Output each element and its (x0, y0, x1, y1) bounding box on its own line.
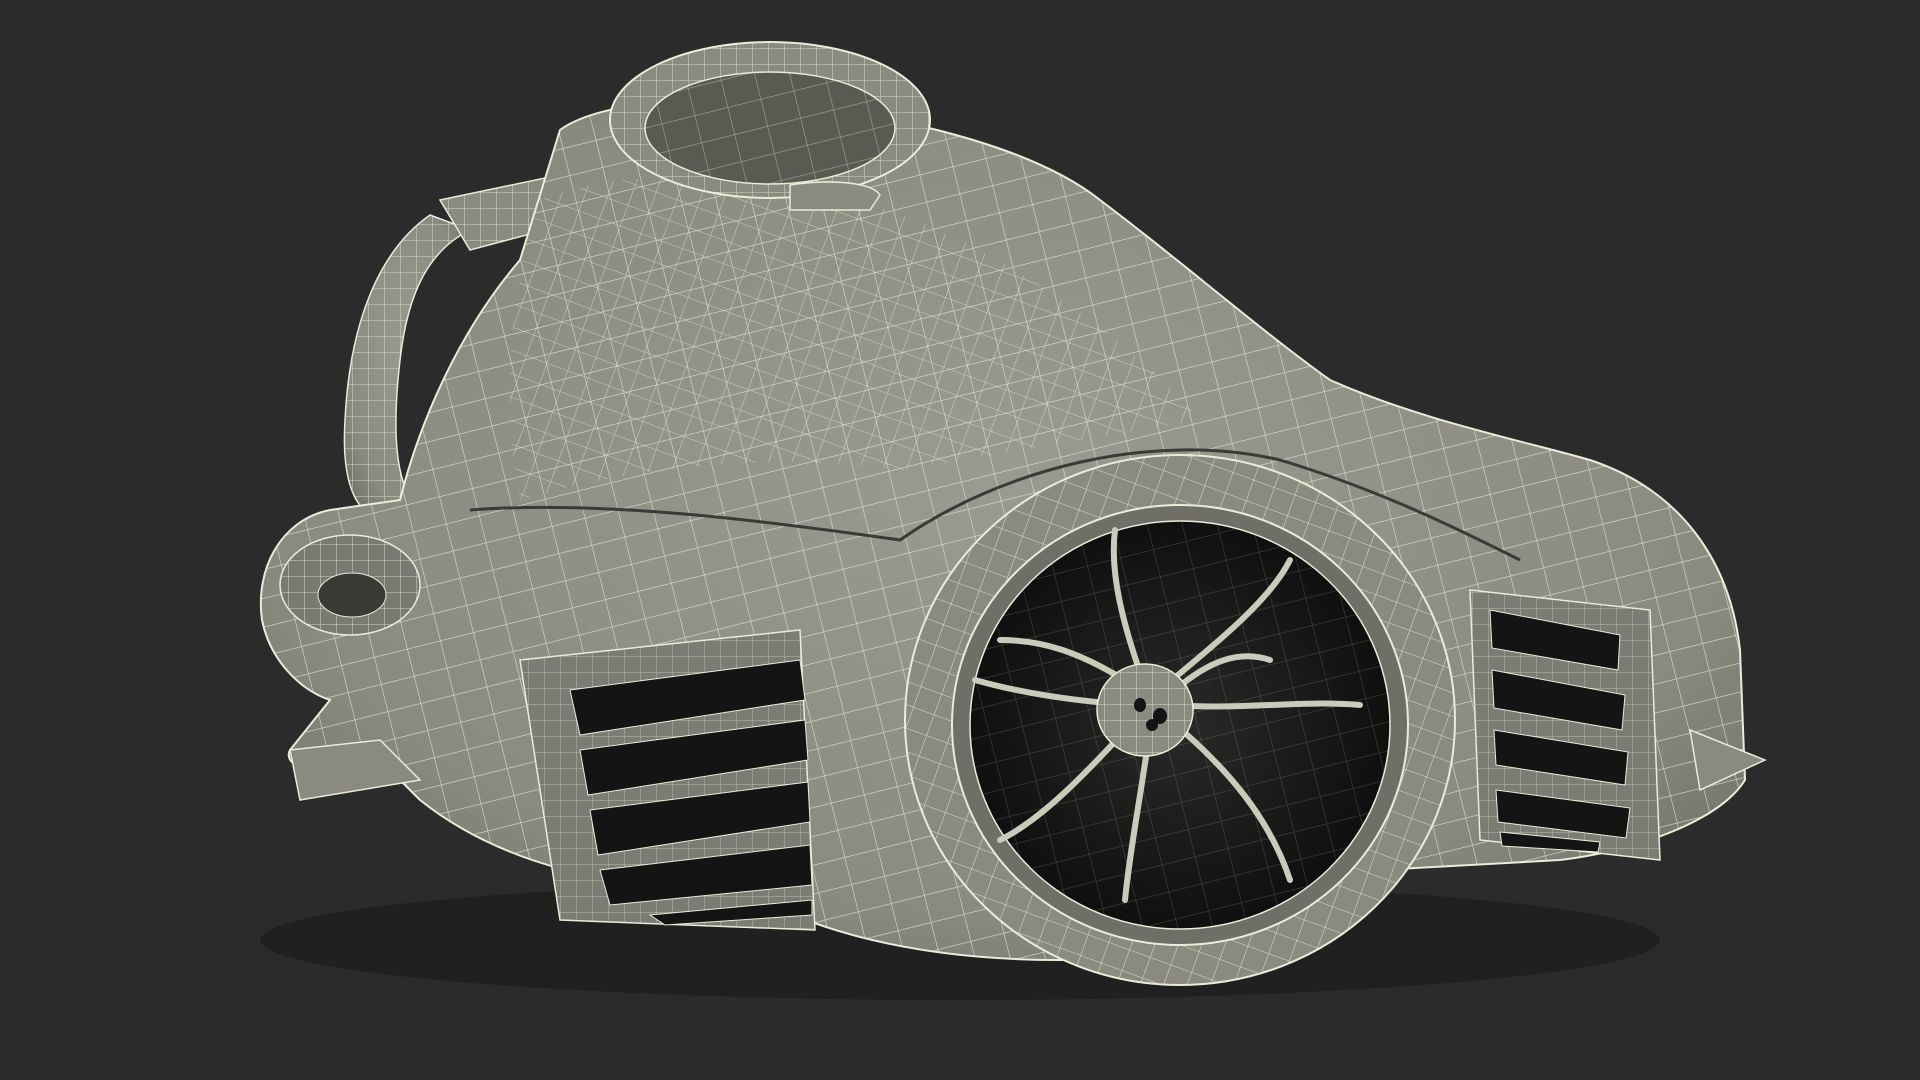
vent-grille-right (1469, 589, 1661, 861)
wireframe-respirator-render (259, 41, 1767, 1000)
3d-viewport (0, 0, 1920, 1080)
side-port-left (279, 534, 421, 636)
fan-blade (1172, 700, 1363, 710)
fan-hub (1096, 663, 1194, 757)
vent-grille-left (519, 629, 816, 931)
